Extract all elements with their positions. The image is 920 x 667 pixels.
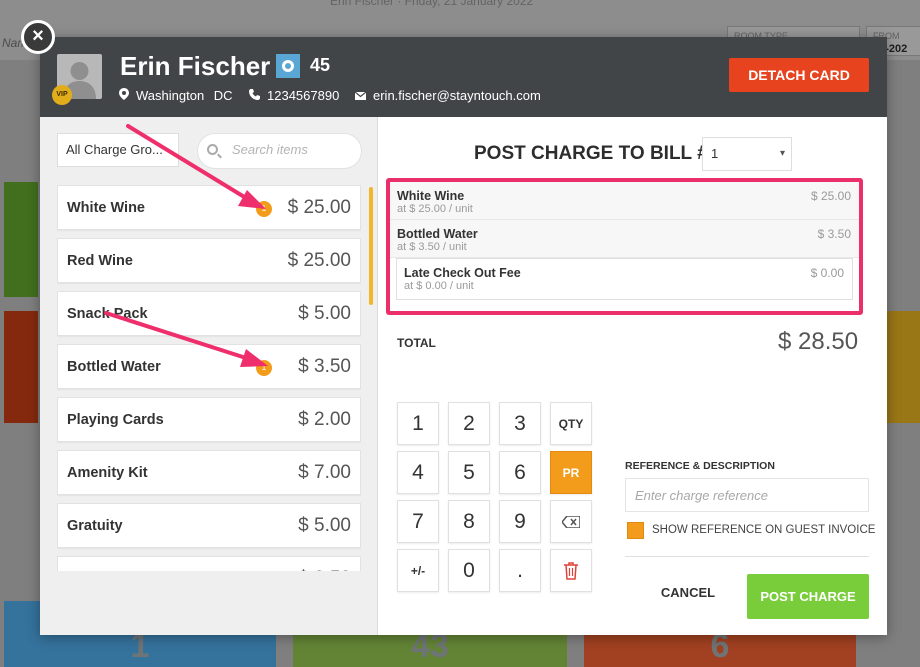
keypad-backspace-button[interactable] [550,500,592,543]
keypad-6-button[interactable]: 6 [499,451,541,494]
charge-group-select[interactable]: All Charge Gro... [57,133,179,167]
search-box[interactable] [197,133,362,169]
item-name: Bottled Water [67,359,161,375]
item-name: Snack Pack [67,306,148,322]
close-icon[interactable]: × [21,20,55,54]
search-icon [207,144,218,155]
item-price: $ 25.00 [287,197,351,218]
charge-unit: at $ 3.50 / unit [397,241,467,253]
items-list: White Wine $ 25.00 1 Red Wine $ 25.00 Snack P… [57,185,361,571]
item-name: White Wine [67,200,146,216]
charge-name: White Wine [397,189,465,203]
reference-input[interactable] [626,479,868,511]
charge-name: Bottled Water [397,227,478,241]
charge-price: $ 0.00 [810,266,844,280]
reference-label: REFERENCE & DESCRIPTION [625,460,775,472]
vip-badge: VIP [52,85,72,105]
keypad-qty-button[interactable]: QTY [550,402,592,445]
charge-unit: at $ 0.00 / unit [404,280,474,292]
keypad-5-button[interactable]: 5 [448,451,490,494]
item-card[interactable]: Red Wine $ 25.00 [57,238,361,283]
charge-row[interactable]: White Wine at $ 25.00 / unit $ 25.00 [390,182,859,220]
keypad-0-button[interactable]: 0 [448,549,490,592]
divider [625,556,869,557]
trash-icon [564,562,578,580]
item-price: $ 7.00 [298,462,351,483]
charge-name: Late Check Out Fee [404,266,521,280]
item-card[interactable]: Gratuity $ 5.00 [57,503,361,548]
charge-row[interactable]: Late Check Out Fee at $ 0.00 / unit $ 0.00 [396,258,853,300]
keypad-9-button[interactable]: 9 [499,500,541,543]
search-input[interactable] [232,142,352,157]
item-name: Gratuity [67,518,123,534]
total-value: $ 28.50 [778,328,859,355]
item-qty-badge: 1 [256,360,272,376]
email-icon [354,89,367,103]
items-scrollbar[interactable] [369,187,373,305]
post-charge-title: POST CHARGE TO BILL # [474,143,708,164]
guest-city: Washington [136,88,205,103]
detach-card-button[interactable]: DETACH CARD [729,58,869,92]
item-name: Red Wine [67,253,133,269]
guest-state: DC [213,88,233,103]
keypad-7-button[interactable]: 7 [397,500,439,543]
item-card[interactable]: White Wine $ 25.00 1 [57,185,361,230]
keypad-4-button[interactable]: 4 [397,451,439,494]
item-card[interactable]: Outdoor Pass$ 3.50 [57,556,361,571]
charge-price: $ 3.50 [817,227,851,241]
item-price: $ 3.50 [298,356,351,377]
item-card[interactable]: Snack Pack $ 5.00 [57,291,361,336]
item-card[interactable]: Amenity Kit $ 7.00 [57,450,361,495]
location-pin-icon [119,88,129,103]
backspace-icon [561,515,581,529]
room-number: 45 [310,55,331,75]
item-price: $ 5.00 [298,303,351,324]
post-charge-modal: VIP Erin Fischer 45 Washington DC 123456… [40,37,887,635]
show-reference-label: SHOW REFERENCE ON GUEST INVOICE [652,524,876,536]
cancel-button[interactable]: CANCEL [648,585,728,605]
keypad-2-button[interactable]: 2 [448,402,490,445]
guest-email: erin.fischer@stayntouch.com [354,88,541,103]
keypad-pr-button[interactable]: PR [550,451,592,494]
item-card[interactable]: Playing Cards $ 2.00 [57,397,361,442]
item-card[interactable]: Bottled Water $ 3.50 1 [57,344,361,389]
guest-phone: 1234567890 [249,88,339,103]
charge-row[interactable]: Bottled Water at $ 3.50 / unit $ 3.50 [390,220,859,258]
guest-header: VIP Erin Fischer 45 Washington DC 123456… [40,37,887,117]
show-reference-checkbox[interactable] [627,522,644,539]
post-charge-button[interactable]: POST CHARGE [747,574,869,619]
guest-location: Washington DC [119,88,233,103]
charge-price: $ 25.00 [810,189,851,203]
guest-email-address: erin.fischer@stayntouch.com [373,88,541,103]
item-price: $ 25.00 [287,250,351,271]
keypad-1-button[interactable]: 1 [397,402,439,445]
total-label: TOTAL [397,336,436,350]
item-name: Playing Cards [67,412,164,428]
keypad-delete-button[interactable] [550,549,592,592]
bill-number-select[interactable]: 1 [702,137,792,171]
reference-field[interactable] [625,478,869,512]
guest-phone-number: 1234567890 [267,88,340,103]
room-icon [276,54,300,78]
keypad-decimal-button[interactable]: . [499,549,541,592]
item-price: $ 5.00 [298,515,351,536]
item-price: $ 3.50 [298,568,351,571]
items-panel: All Charge Gro... White Wine $ 25.00 1 Red … [40,117,378,635]
item-price: $ 2.00 [298,409,351,430]
guest-name: Erin Fischer [120,51,271,81]
phone-icon [249,89,260,103]
item-name: Amenity Kit [67,465,148,481]
keypad-plus-minus-button[interactable]: +/- [397,549,439,592]
keypad-3-button[interactable]: 3 [499,402,541,445]
charge-unit: at $ 25.00 / unit [397,203,473,215]
charges-list: White Wine at $ 25.00 / unit $ 25.00 Bottle… [386,178,863,315]
keypad-8-button[interactable]: 8 [448,500,490,543]
item-qty-badge: 1 [256,201,272,217]
